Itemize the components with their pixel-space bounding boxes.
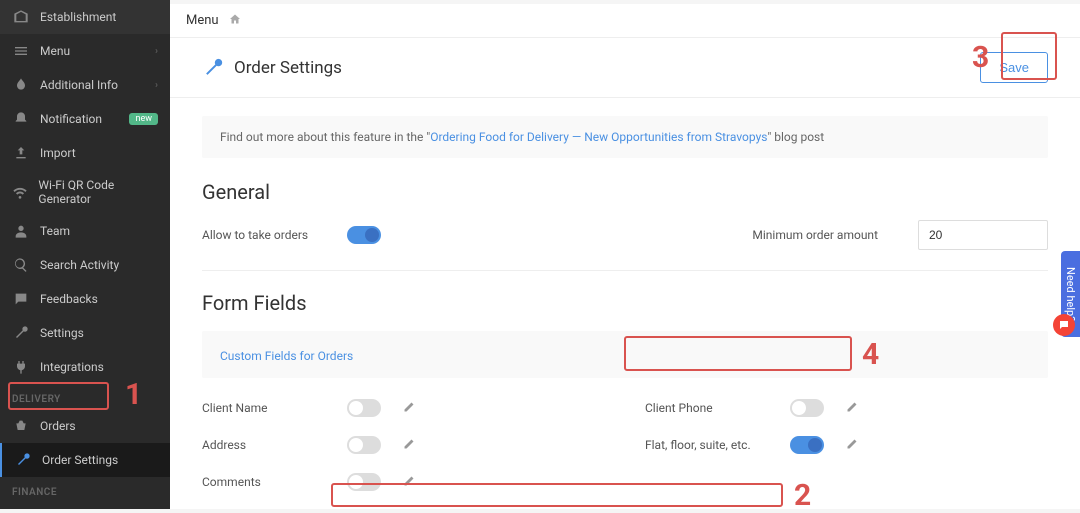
general-row: Allow to take orders Minimum order amoun… bbox=[202, 220, 1048, 250]
address-label: Address bbox=[202, 438, 347, 452]
sidebar-section-finance: FINANCE bbox=[0, 477, 170, 502]
sidebar-item-label: Establishment bbox=[40, 10, 116, 24]
sidebar-item-additional-info[interactable]: Additional Info › bbox=[0, 68, 170, 102]
sidebar-item-label: Team bbox=[40, 224, 70, 238]
edit-icon[interactable] bbox=[846, 398, 858, 417]
page-title: Order Settings bbox=[234, 58, 980, 78]
form-fields-grid: Client Name Client Phone Address Flat, f… bbox=[202, 398, 1048, 509]
comments-label: Comments bbox=[202, 475, 347, 489]
client-name-label: Client Name bbox=[202, 401, 347, 415]
chevron-right-icon: › bbox=[155, 80, 158, 91]
client-name-row: Client Name bbox=[202, 398, 605, 417]
section-form-fields-title: Form Fields bbox=[202, 291, 1048, 315]
info-prefix: Find out more about this feature in the … bbox=[220, 130, 430, 144]
min-amount-wrap: Minimum order amount bbox=[752, 220, 1048, 250]
upload-icon bbox=[12, 144, 30, 162]
sidebar-item-order-settings[interactable]: Order Settings bbox=[0, 443, 170, 477]
section-general-title: General bbox=[202, 180, 1048, 204]
sidebar-item-establishment[interactable]: Establishment bbox=[0, 0, 170, 34]
chat-icon bbox=[12, 290, 30, 308]
edit-icon[interactable] bbox=[403, 435, 415, 454]
wrench-icon bbox=[202, 57, 224, 79]
comments-toggle[interactable] bbox=[347, 473, 381, 491]
sidebar-section-delivery: DELIVERY bbox=[0, 384, 170, 409]
breadcrumb[interactable]: Menu bbox=[186, 13, 219, 28]
chat-bubble[interactable] bbox=[1053, 314, 1075, 336]
comments-row: Comments bbox=[202, 472, 605, 491]
info-suffix: " blog post bbox=[767, 130, 824, 144]
sidebar-item-pricing-plans[interactable]: Pricing Plans bbox=[0, 502, 170, 509]
sidebar-item-orders[interactable]: Orders bbox=[0, 409, 170, 443]
client-phone-toggle[interactable] bbox=[790, 399, 824, 417]
min-amount-input[interactable] bbox=[918, 220, 1048, 250]
divider bbox=[202, 270, 1048, 271]
edit-icon[interactable] bbox=[846, 435, 858, 454]
sidebar-item-import[interactable]: Import bbox=[0, 136, 170, 170]
content-header: Order Settings Save bbox=[170, 38, 1080, 98]
custom-fields-box: Custom Fields for Orders bbox=[202, 331, 1048, 378]
users-icon bbox=[12, 222, 30, 240]
address-row: Address bbox=[202, 435, 605, 454]
basket-icon bbox=[12, 417, 30, 435]
sidebar-item-label: Orders bbox=[40, 419, 76, 433]
allow-orders-toggle[interactable] bbox=[347, 226, 381, 244]
sidebar-item-label: Order Settings bbox=[42, 453, 118, 467]
home-icon[interactable] bbox=[229, 13, 241, 29]
sidebar-item-label: Wi-Fi QR Code Generator bbox=[38, 178, 158, 206]
address-toggle[interactable] bbox=[347, 436, 381, 454]
sidebar-item-wifi-qr[interactable]: Wi-Fi QR Code Generator bbox=[0, 170, 170, 214]
topbar: Menu bbox=[170, 4, 1080, 38]
chevron-right-icon: › bbox=[155, 46, 158, 57]
sidebar-item-settings[interactable]: Settings bbox=[0, 316, 170, 350]
sidebar-item-feedbacks[interactable]: Feedbacks bbox=[0, 282, 170, 316]
sidebar-item-label: Feedbacks bbox=[40, 292, 98, 306]
client-phone-label: Client Phone bbox=[645, 401, 790, 415]
flame-icon bbox=[12, 76, 30, 94]
sidebar-item-label: Search Activity bbox=[40, 258, 119, 272]
edit-icon[interactable] bbox=[403, 398, 415, 417]
wrench-icon bbox=[14, 451, 32, 469]
min-amount-label: Minimum order amount bbox=[752, 228, 878, 242]
sidebar-item-label: Integrations bbox=[40, 360, 104, 374]
sidebar-item-menu[interactable]: Menu › bbox=[0, 34, 170, 68]
sidebar: Establishment Menu › Additional Info › N… bbox=[0, 0, 170, 509]
sidebar-item-notification[interactable]: Notification new bbox=[0, 102, 170, 136]
sidebar-item-label: Additional Info bbox=[40, 78, 118, 92]
custom-fields-link[interactable]: Custom Fields for Orders bbox=[220, 349, 353, 363]
save-button[interactable]: Save bbox=[980, 52, 1048, 83]
sidebar-item-label: Import bbox=[40, 146, 76, 160]
sidebar-item-integrations[interactable]: Integrations bbox=[0, 350, 170, 384]
wrench-icon bbox=[12, 324, 30, 342]
bell-icon bbox=[12, 110, 30, 128]
sidebar-item-label: Notification bbox=[40, 112, 102, 126]
sidebar-item-label: Settings bbox=[40, 326, 84, 340]
info-link[interactable]: Ordering Food for Delivery — New Opportu… bbox=[430, 130, 767, 144]
address2-label: Flat, floor, suite, etc. bbox=[645, 438, 790, 452]
search-icon bbox=[12, 256, 30, 274]
sidebar-item-search-activity[interactable]: Search Activity bbox=[0, 248, 170, 282]
plug-icon bbox=[12, 358, 30, 376]
content: Order Settings Save Find out more about … bbox=[170, 38, 1080, 509]
new-badge: new bbox=[129, 113, 158, 125]
address2-toggle[interactable] bbox=[790, 436, 824, 454]
client-phone-row: Client Phone bbox=[645, 398, 1048, 417]
content-body: Find out more about this feature in the … bbox=[170, 98, 1080, 509]
edit-icon[interactable] bbox=[403, 472, 415, 491]
info-box: Find out more about this feature in the … bbox=[202, 116, 1048, 158]
sidebar-item-team[interactable]: Team bbox=[0, 214, 170, 248]
wifi-icon bbox=[12, 183, 28, 201]
sidebar-item-label: Menu bbox=[40, 44, 70, 58]
building-icon bbox=[12, 8, 30, 26]
client-name-toggle[interactable] bbox=[347, 399, 381, 417]
allow-orders-label: Allow to take orders bbox=[202, 228, 347, 242]
menu-icon bbox=[12, 42, 30, 60]
address2-row: Flat, floor, suite, etc. bbox=[645, 435, 1048, 454]
